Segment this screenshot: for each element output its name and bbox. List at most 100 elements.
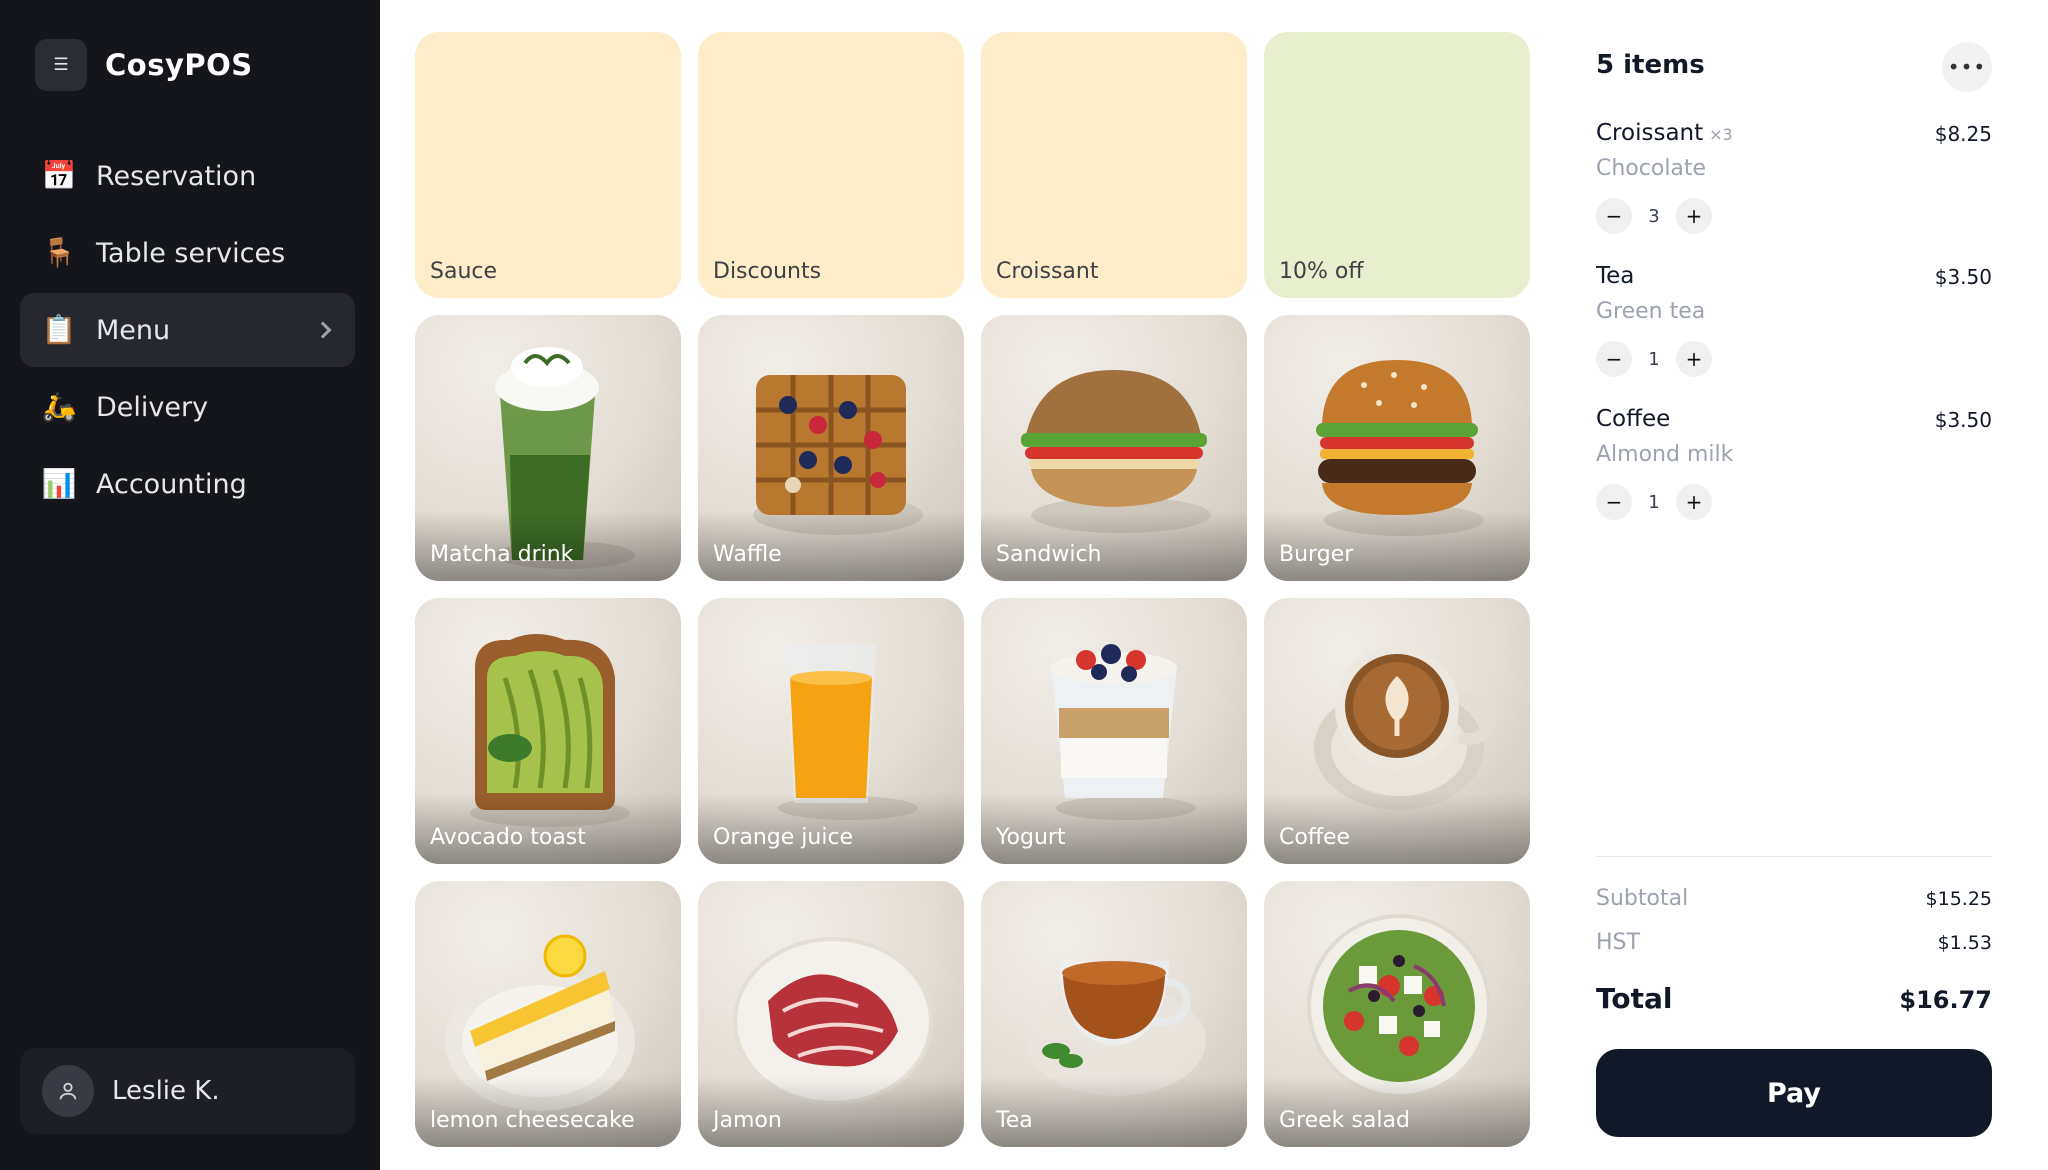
quantity-value: 3 (1648, 205, 1660, 227)
product-tile-greek-salad[interactable]: Greek salad (1264, 881, 1530, 1147)
tile-label: Avocado toast (430, 825, 586, 850)
order-item-count: 5 items (1596, 50, 1705, 80)
sidebar-item-reservation[interactable]: 📅 Reservation (20, 139, 355, 213)
user-name: Leslie K. (112, 1076, 220, 1106)
calendar-icon: 📅 (41, 159, 77, 192)
tile-label: Waffle (713, 542, 782, 567)
scooter-icon: 🛵 (41, 390, 77, 423)
subtotal-value: $15.25 (1925, 888, 1992, 910)
quantity-stepper: − 1 + (1596, 341, 1712, 377)
total-value: $16.77 (1899, 986, 1992, 1014)
brand: ☰ CosyPOS (35, 39, 253, 91)
category-tile-croissant[interactable]: Croissant (981, 32, 1247, 298)
increment-button[interactable]: + (1676, 341, 1712, 377)
increment-button[interactable]: + (1676, 484, 1712, 520)
product-tile-sandwich[interactable]: Sandwich (981, 315, 1247, 581)
line-item-price: $3.50 (1934, 408, 1992, 432)
tile-label: Jamon (713, 1108, 782, 1133)
sidebar-item-delivery[interactable]: 🛵 Delivery (20, 370, 355, 444)
sidebar-item-label: Menu (96, 314, 171, 346)
total-label: Total (1596, 982, 1673, 1015)
product-tile-matcha-drink[interactable]: Matcha drink (415, 315, 681, 581)
product-tile-coffee[interactable]: Coffee (1264, 598, 1530, 864)
quantity-value: 1 (1648, 491, 1660, 513)
promo-tile-10-off[interactable]: 10% off (1264, 32, 1530, 298)
tile-label: Croissant (996, 259, 1099, 284)
tile-label: Burger (1279, 542, 1354, 567)
subtotal-row: Subtotal $15.25 (1596, 886, 1992, 911)
avatar (42, 1065, 94, 1117)
sidebar-item-menu[interactable]: 📋 Menu (20, 293, 355, 367)
sidebar-nav: 📅 Reservation 🪑 Table services 📋 Menu 🛵 … (20, 139, 355, 524)
product-tile-burger[interactable]: Burger (1264, 315, 1530, 581)
tile-label: Sauce (430, 259, 498, 284)
product-tile-waffle[interactable]: Waffle (698, 315, 964, 581)
sidebar-item-label: Reservation (96, 160, 257, 192)
line-item-name: Coffee (1596, 406, 1670, 432)
line-item-price: $8.25 (1934, 122, 1992, 146)
tile-label: Greek salad (1279, 1108, 1410, 1133)
line-item-name: Tea (1596, 263, 1634, 289)
product-tile-avocado-toast[interactable]: Avocado toast (415, 598, 681, 864)
sidebar-item-table-services[interactable]: 🪑 Table services (20, 216, 355, 290)
line-item-modifier: Chocolate (1596, 156, 1707, 181)
subtotal-label: Subtotal (1596, 886, 1689, 911)
tax-row: HST $1.53 (1596, 930, 1992, 955)
line-item-qty-tag: ×3 (1709, 125, 1733, 144)
sidebar-item-label: Delivery (96, 391, 209, 423)
tile-label: Yogurt (996, 825, 1066, 850)
more-options-icon[interactable]: ••• (1942, 42, 1992, 92)
product-tile-lemon-cheesecake[interactable]: lemon cheesecake (415, 881, 681, 1147)
sidebar-item-label: Table services (96, 237, 286, 269)
tile-label: Orange juice (713, 825, 854, 850)
decrement-button[interactable]: − (1596, 198, 1632, 234)
line-item-price: $3.50 (1934, 265, 1992, 289)
product-tile-orange-juice[interactable]: Orange juice (698, 598, 964, 864)
tile-label: 10% off (1279, 259, 1364, 284)
order-line-coffee: Coffee $3.50 Almond milk − 1 + (1596, 406, 1992, 536)
line-item-title: Croissant (1596, 120, 1704, 146)
hamburger-menu-icon[interactable]: ☰ (35, 39, 87, 91)
chevron-right-icon (314, 321, 332, 339)
tile-label: lemon cheesecake (430, 1108, 635, 1133)
total-row: Total $16.77 (1596, 982, 1992, 1015)
product-tile-tea[interactable]: Tea (981, 881, 1247, 1147)
line-item-name: Croissant ×3 (1596, 120, 1733, 146)
sidebar-item-accounting[interactable]: 📊 Accounting (20, 447, 355, 521)
tile-label: Sandwich (996, 542, 1102, 567)
tile-label: Tea (996, 1108, 1033, 1133)
product-tile-jamon[interactable]: Jamon (698, 881, 964, 1147)
tax-label: HST (1596, 930, 1640, 955)
category-tile-sauce[interactable]: Sauce (415, 32, 681, 298)
quantity-value: 1 (1648, 348, 1660, 370)
tile-label: Matcha drink (430, 542, 574, 567)
decrement-button[interactable]: − (1596, 341, 1632, 377)
clipboard-icon: 📋 (41, 313, 77, 346)
product-tile-yogurt[interactable]: Yogurt (981, 598, 1247, 864)
chair-icon: 🪑 (41, 236, 77, 269)
pay-button[interactable]: Pay (1596, 1049, 1992, 1137)
tile-label: Coffee (1279, 825, 1351, 850)
user-profile[interactable]: Leslie K. (20, 1048, 355, 1134)
order-line-tea: Tea $3.50 Green tea − 1 + (1596, 263, 1992, 393)
sidebar: ☰ CosyPOS 📅 Reservation 🪑 Table services… (0, 0, 380, 1170)
line-item-title: Tea (1596, 263, 1635, 289)
quantity-stepper: − 3 + (1596, 198, 1712, 234)
line-item-modifier: Green tea (1596, 299, 1706, 324)
order-line-croissant: Croissant ×3 $8.25 Chocolate − 3 + (1596, 120, 1992, 250)
tile-label: Discounts (713, 259, 822, 284)
sidebar-item-label: Accounting (96, 468, 247, 500)
line-item-title: Coffee (1596, 406, 1671, 432)
quantity-stepper: − 1 + (1596, 484, 1712, 520)
summary-divider (1596, 856, 1992, 857)
increment-button[interactable]: + (1676, 198, 1712, 234)
user-icon (59, 1082, 77, 1100)
order-panel: 5 items ••• Croissant ×3 $8.25 Chocolate … (1596, 32, 1992, 1142)
menu-grid: Sauce Discounts Croissant 10% off Matcha… (415, 32, 1530, 1147)
tax-value: $1.53 (1937, 932, 1992, 954)
line-item-modifier: Almond milk (1596, 442, 1734, 467)
bar-chart-icon: 📊 (41, 467, 77, 500)
app-name: CosyPOS (105, 48, 253, 82)
category-tile-discounts[interactable]: Discounts (698, 32, 964, 298)
decrement-button[interactable]: − (1596, 484, 1632, 520)
